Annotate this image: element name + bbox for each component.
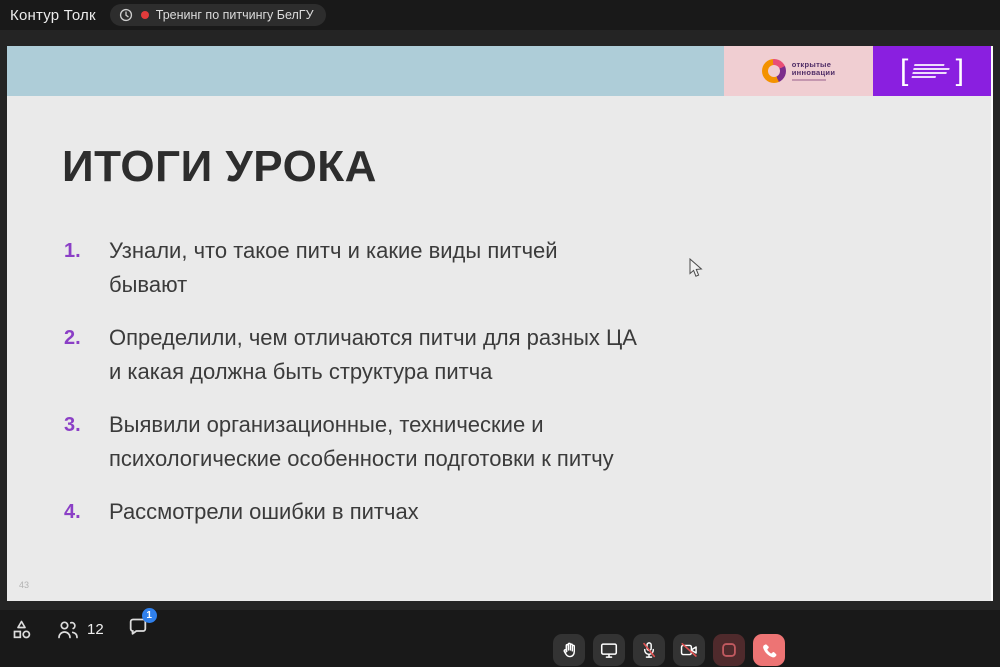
hang-up-button[interactable]	[753, 634, 785, 666]
slide-title: ИТОГИ УРОКА	[62, 142, 377, 192]
timer-icon	[118, 7, 134, 23]
monitor-icon	[599, 640, 619, 660]
mic-off-icon	[639, 640, 659, 660]
list-item-number: 4.	[64, 495, 90, 529]
record-square-icon	[719, 640, 739, 660]
list-item-text: Узнали, что такое питч и какие виды питч…	[109, 234, 558, 302]
open-innovations-mark-icon	[762, 59, 786, 83]
list-item: 4. Рассмотрели ошибки в питчах	[64, 495, 419, 529]
slide-header: открытые инновации [ ]	[7, 46, 991, 96]
app-title: Контур Толк	[10, 7, 96, 24]
phone-icon	[759, 640, 779, 660]
chat-unread-badge: 1	[142, 608, 157, 623]
list-item-text: Определили, чем отличаются питчи для раз…	[109, 321, 637, 389]
slide-header-pink-bar: открытые инновации	[724, 46, 873, 96]
bottom-toolbar: 12 1	[0, 610, 1000, 667]
people-icon	[55, 618, 81, 641]
chat-button[interactable]: 1	[126, 615, 150, 643]
list-item: 1. Узнали, что такое питч и какие виды п…	[64, 234, 558, 302]
top-bar: Контур Толк Тренинг по питчингу БелГУ	[0, 0, 1000, 30]
open-innovations-logo: открытые инновации	[762, 59, 835, 83]
participants-count: 12	[87, 621, 104, 638]
list-item-line: Узнали, что такое питч и какие виды питч…	[109, 234, 558, 268]
list-item-line: и какая должна быть структура питча	[109, 355, 637, 389]
raise-hand-button[interactable]	[553, 634, 585, 666]
screen-share-button[interactable]	[593, 634, 625, 666]
hand-icon	[559, 640, 579, 660]
scene-layout-button[interactable]	[10, 618, 33, 641]
app-window: Контур Толк Тренинг по питчингу БелГУ от…	[0, 0, 1000, 667]
open-innovations-text: инновации	[792, 69, 835, 77]
microphone-muted-button[interactable]	[633, 634, 665, 666]
meeting-title: Тренинг по питчингу БелГУ	[156, 8, 314, 22]
list-item-line: Определили, чем отличаются питчи для раз…	[109, 321, 637, 355]
list-item-line: бывают	[109, 268, 558, 302]
list-item-number: 1.	[64, 234, 90, 302]
recording-button[interactable]	[713, 634, 745, 666]
open-innovations-tagline	[792, 79, 826, 81]
list-item-line: Рассмотрели ошибки в питчах	[109, 495, 419, 529]
shapes-icon	[10, 618, 33, 641]
list-item: 2. Определили, чем отличаются питчи для …	[64, 321, 637, 389]
camera-off-button[interactable]	[673, 634, 705, 666]
list-item: 3. Выявили организационные, технические …	[64, 408, 614, 476]
screen-share-stage: открытые инновации [ ] ИТОГИ УРОКА	[0, 30, 1000, 610]
slide-header-blue-bar	[7, 46, 724, 96]
participants-button[interactable]: 12	[55, 618, 104, 641]
slide-header-purple-bar: [ ]	[873, 46, 991, 96]
slide-page-number: 43	[19, 580, 29, 590]
list-item-text: Рассмотрели ошибки в питчах	[109, 495, 419, 529]
list-item-number: 2.	[64, 321, 90, 389]
list-item-line: Выявили организационные, технические и	[109, 408, 614, 442]
recording-dot-icon	[141, 11, 149, 19]
list-item-text: Выявили организационные, технические и п…	[109, 408, 614, 476]
list-item-number: 3.	[64, 408, 90, 476]
bracket-logo-icon: [ ]	[900, 54, 964, 88]
meeting-badge[interactable]: Тренинг по питчингу БелГУ	[110, 4, 326, 26]
shared-slide: открытые инновации [ ] ИТОГИ УРОКА	[7, 46, 993, 601]
list-item-line: психологические особенности подготовки к…	[109, 442, 614, 476]
camera-off-icon	[679, 640, 699, 660]
